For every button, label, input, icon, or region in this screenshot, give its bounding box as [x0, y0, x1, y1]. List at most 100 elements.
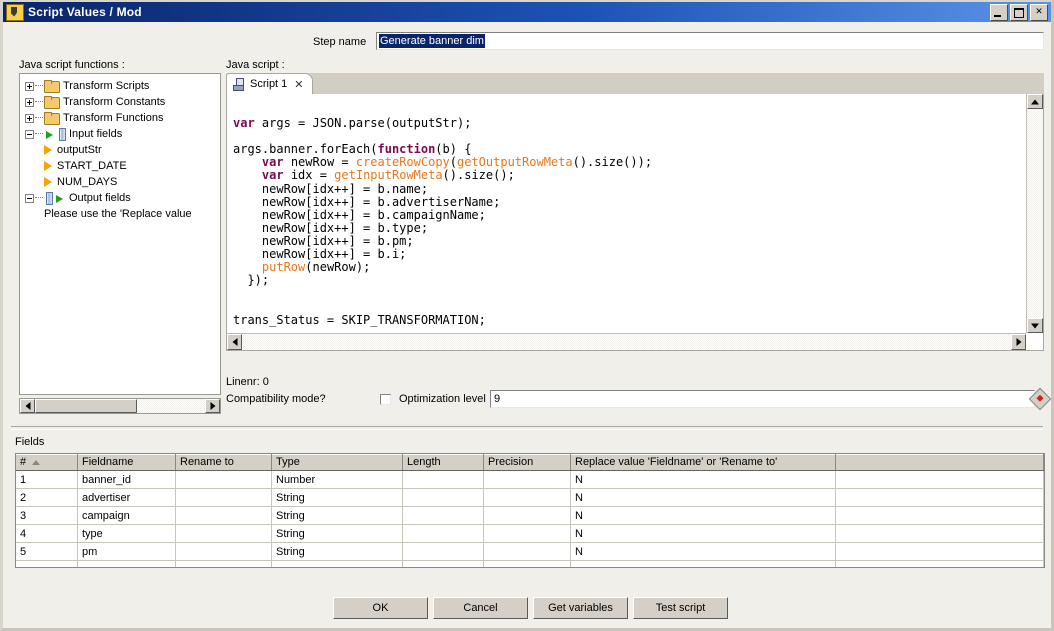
- cell-fieldname[interactable]: advertiser: [77, 488, 176, 507]
- tree-item-transform-constants[interactable]: Transform Constants: [24, 94, 220, 110]
- tree-item-start-date[interactable]: START_DATE: [24, 158, 220, 174]
- table-row[interactable]: 5 pm String N: [16, 542, 1044, 561]
- cell-num[interactable]: 5: [16, 542, 78, 561]
- cell-extra[interactable]: [835, 470, 1044, 489]
- cell-precision[interactable]: [483, 524, 571, 543]
- step-name-input[interactable]: Generate banner dim: [376, 32, 1044, 50]
- close-icon[interactable]: ✕: [1030, 4, 1048, 21]
- cell-extra[interactable]: [835, 506, 1044, 525]
- column-header-extra[interactable]: [835, 454, 1044, 471]
- tree-scroll-track[interactable]: [35, 399, 205, 413]
- cell-num[interactable]: 3: [16, 506, 78, 525]
- cell-precision[interactable]: [483, 506, 571, 525]
- cell-replace[interactable]: N: [570, 506, 836, 525]
- cell-type[interactable]: String: [271, 524, 403, 543]
- expand-icon[interactable]: [25, 81, 34, 91]
- scroll-up-icon[interactable]: [1027, 94, 1043, 109]
- minimize-button[interactable]: [990, 4, 1008, 21]
- code-area[interactable]: var args = JSON.parse(outputStr); args.b…: [226, 94, 1044, 351]
- cell-rename[interactable]: [175, 524, 272, 543]
- cell-fieldname[interactable]: campaign: [77, 506, 176, 525]
- scroll-right-icon[interactable]: [205, 399, 220, 413]
- column-header-type[interactable]: Type: [271, 454, 403, 471]
- table-row[interactable]: 3 campaign String N: [16, 506, 1044, 525]
- cell-replace[interactable]: N: [570, 470, 836, 489]
- ok-button[interactable]: OK: [333, 597, 428, 619]
- code-vscroll-track[interactable]: [1027, 109, 1043, 318]
- maximize-button[interactable]: [1010, 4, 1028, 21]
- tree-item-output-fields[interactable]: Output fields: [24, 190, 220, 206]
- cell-fieldname[interactable]: type: [77, 524, 176, 543]
- tree-item-num-days[interactable]: NUM_DAYS: [24, 174, 220, 190]
- code-vertical-scrollbar[interactable]: [1026, 94, 1043, 333]
- cell-length[interactable]: [402, 524, 484, 543]
- cell-length[interactable]: [402, 488, 484, 507]
- column-header-length[interactable]: Length: [402, 454, 484, 471]
- cancel-button[interactable]: Cancel: [433, 597, 528, 619]
- test-script-button[interactable]: Test script: [633, 597, 728, 619]
- tree-item-outputstr[interactable]: outputStr: [24, 142, 220, 158]
- table-row[interactable]: 2 advertiser String N: [16, 488, 1044, 507]
- column-header-rename-to[interactable]: Rename to: [175, 454, 272, 471]
- cell-precision[interactable]: [483, 542, 571, 561]
- cell-extra[interactable]: [835, 488, 1044, 507]
- cell-replace[interactable]: N: [570, 488, 836, 507]
- fields-table[interactable]: # Fieldname Rename to Type Length Precision Re…: [15, 453, 1045, 568]
- tab-script-1[interactable]: Script 1 ✕: [226, 73, 313, 94]
- cell-length[interactable]: [402, 542, 484, 561]
- cell-precision[interactable]: [483, 470, 571, 489]
- tree-item-input-fields[interactable]: Input fields: [24, 126, 220, 142]
- table-row[interactable]: 4 type String N: [16, 524, 1044, 543]
- column-header-precision[interactable]: Precision: [483, 454, 571, 471]
- code-scroll-left-icon[interactable]: [227, 334, 242, 350]
- cell-length[interactable]: [402, 560, 484, 567]
- cell-fieldname[interactable]: pm: [77, 542, 176, 561]
- code-horizontal-scrollbar[interactable]: [227, 333, 1026, 350]
- expand-icon[interactable]: [25, 113, 34, 123]
- table-row[interactable]: 1 banner_id Number N: [16, 470, 1044, 489]
- cell-type[interactable]: String: [271, 506, 403, 525]
- get-variables-button[interactable]: Get variables: [533, 597, 628, 619]
- cell-extra[interactable]: [835, 560, 1044, 567]
- column-header-replace-value-fieldname-or-rename-to[interactable]: Replace value 'Fieldname' or 'Rename to': [570, 454, 836, 471]
- cell-fieldname[interactable]: [77, 560, 176, 567]
- cell-precision[interactable]: [483, 560, 571, 567]
- cell-fieldname[interactable]: banner_id: [77, 470, 176, 489]
- cell-replace[interactable]: [570, 560, 836, 567]
- cell-rename[interactable]: [175, 560, 272, 567]
- tree-horizontal-scrollbar[interactable]: [19, 398, 221, 414]
- scroll-down-icon[interactable]: [1027, 318, 1043, 333]
- cell-extra[interactable]: [835, 542, 1044, 561]
- scroll-left-icon[interactable]: [20, 399, 35, 413]
- cell-type[interactable]: String: [271, 542, 403, 561]
- cell-type[interactable]: String: [271, 488, 403, 507]
- cell-length[interactable]: [402, 470, 484, 489]
- cell-replace[interactable]: N: [570, 524, 836, 543]
- tree-item-transform-functions[interactable]: Transform Functions: [24, 110, 220, 126]
- code-scroll-right-icon[interactable]: [1011, 334, 1026, 350]
- cell-rename[interactable]: [175, 470, 272, 489]
- cell-rename[interactable]: [175, 506, 272, 525]
- code-hscroll-track[interactable]: [242, 334, 1011, 350]
- cell-length[interactable]: [402, 506, 484, 525]
- js-functions-tree[interactable]: Transform Scripts Transform Constants Tran…: [19, 73, 221, 395]
- cell-num[interactable]: 4: [16, 524, 78, 543]
- cell-num[interactable]: 2: [16, 488, 78, 507]
- compatibility-mode-checkbox[interactable]: [380, 394, 391, 405]
- optimization-level-input[interactable]: 9: [490, 390, 1035, 408]
- cell-extra[interactable]: [835, 524, 1044, 543]
- code-text[interactable]: var args = JSON.parse(outputStr); args.b…: [227, 94, 1026, 333]
- cell-rename[interactable]: [175, 542, 272, 561]
- cell-type[interactable]: Number: [271, 470, 403, 489]
- tree-scroll-thumb[interactable]: [35, 399, 137, 413]
- cell-num[interactable]: 1: [16, 470, 78, 489]
- tree-item-transform-scripts[interactable]: Transform Scripts: [24, 78, 220, 94]
- collapse-icon[interactable]: [25, 193, 34, 203]
- cell-num[interactable]: [16, 560, 78, 567]
- tree-item-please-use-the-replace-value[interactable]: Please use the 'Replace value: [24, 206, 220, 222]
- column-header-[interactable]: #: [16, 454, 78, 471]
- tab-close-icon[interactable]: ✕: [294, 79, 303, 90]
- collapse-icon[interactable]: [25, 129, 34, 139]
- cell-replace[interactable]: N: [570, 542, 836, 561]
- cell-rename[interactable]: [175, 488, 272, 507]
